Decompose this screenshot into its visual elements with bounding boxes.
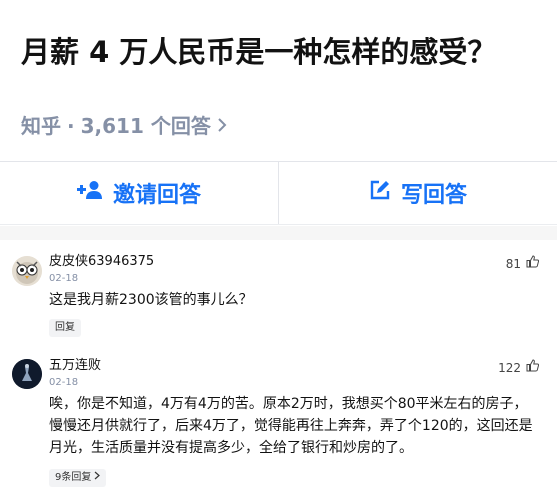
invite-answer-label: 邀请回答 [112, 183, 201, 208]
source-label: 知乎 [21, 114, 61, 138]
question-title: 月薪 4 万人民币是一种怎样的感受？ [21, 35, 497, 69]
chevron-right-icon [94, 469, 101, 487]
comment-item: 五万连败 02-18 122 唉，你是不知道，4万有4万的苦。原本2万时，我想买… [0, 356, 557, 491]
write-answer-label: 写回答 [400, 183, 467, 208]
question-meta[interactable]: 知乎 · 3,611 个回答 [21, 111, 227, 141]
reply-label: 9条回复 [55, 472, 92, 483]
edit-icon [369, 179, 391, 207]
action-bar: 邀请回答 写回答 [0, 161, 557, 225]
comment-text: 这是我月薪2300该管的事儿么？ [49, 292, 253, 308]
comment-date: 02-18 [49, 377, 79, 388]
invite-answer-button[interactable]: 邀请回答 [0, 162, 278, 224]
reply-button[interactable]: 回复 [49, 319, 81, 337]
comment-author[interactable]: 皮皮侠63946375 [49, 253, 154, 271]
answers-count: 3,611 个回答 [80, 114, 211, 138]
dark-avatar-icon[interactable] [12, 359, 42, 389]
add-user-icon [76, 180, 103, 206]
like-button[interactable]: 122 [498, 359, 540, 376]
section-divider [0, 226, 557, 240]
comment-text: 唉，你是不知道，4万有4万的苦。原本2万时，我想买个80平米左右的房子，慢慢还月… [49, 396, 533, 456]
like-count: 122 [498, 360, 521, 375]
view-replies-button[interactable]: 9条回复 [49, 469, 107, 487]
meta-separator: · [67, 114, 75, 138]
write-answer-button[interactable]: 写回答 [279, 162, 557, 224]
like-button[interactable]: 81 [505, 255, 540, 272]
comment-author[interactable]: 五万连败 [49, 357, 101, 375]
owl-avatar-icon[interactable] [12, 256, 42, 286]
chevron-right-icon [217, 111, 227, 141]
thumbs-up-icon [526, 255, 540, 272]
reply-label: 回复 [55, 322, 75, 333]
like-count: 81 [505, 256, 521, 271]
thumbs-up-icon [526, 359, 540, 376]
comment-date: 02-18 [49, 273, 79, 284]
comment-item: 皮皮侠63946375 02-18 81 这是我月薪2300该管的事儿么？ 回复 [0, 252, 557, 342]
